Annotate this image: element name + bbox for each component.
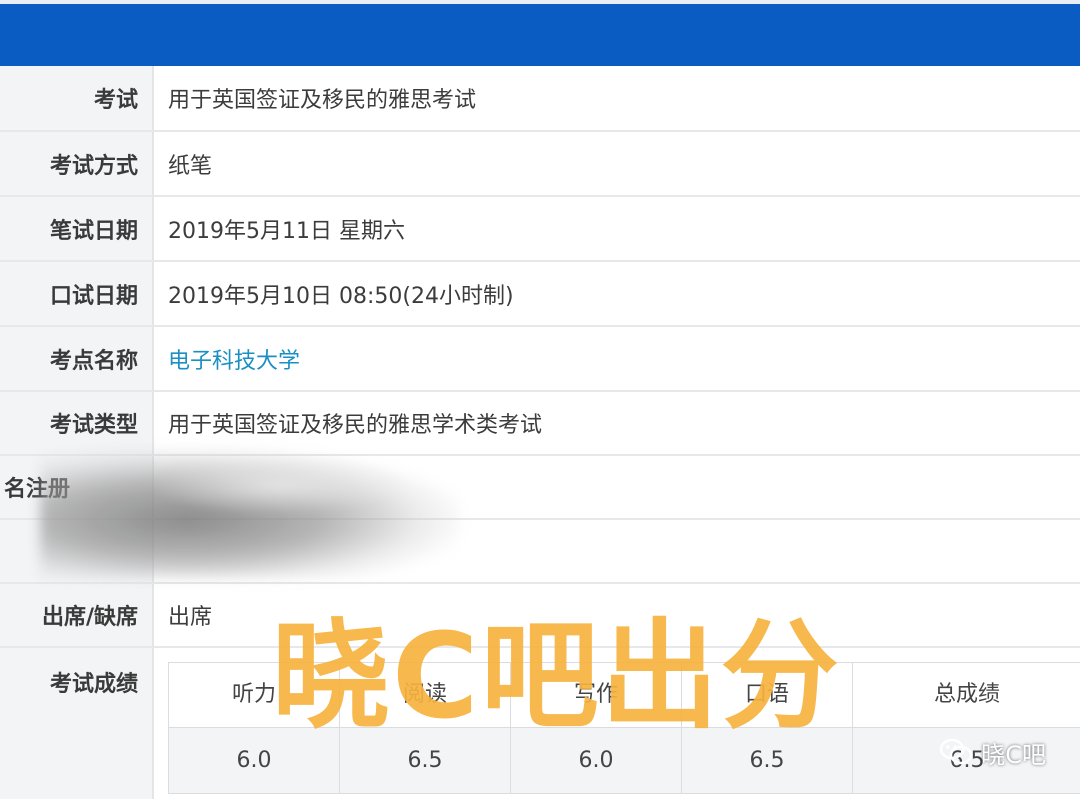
label-cell: 笔试日期 <box>0 197 154 260</box>
row-venue: 考点名称 电子科技大学 <box>0 327 1080 392</box>
label-cell: 考点名称 <box>0 327 154 390</box>
written-date-label: 笔试日期 <box>49 218 138 244</box>
exam-type-value: 用于英国签证及移民的雅思学术类考试 <box>168 413 543 438</box>
label-cell: 考试 <box>0 66 154 130</box>
row-written-date: 笔试日期 2019年5月11日 星期六 <box>0 197 1080 262</box>
wechat-icon <box>939 738 973 765</box>
row-speaking-date: 口试日期 2019年5月10日 08:50(24小时制) <box>0 262 1080 327</box>
exam-label: 考试 <box>93 88 138 113</box>
scores-label: 考试成绩 <box>49 672 138 697</box>
redaction-smudge <box>150 455 410 515</box>
row-exam-type: 考试类型 用于英国签证及移民的雅思学术类考试 <box>0 392 1080 456</box>
venue-label: 考点名称 <box>49 348 138 374</box>
speaking-date-value: 2019年5月10日 08:50(24小时制) <box>168 283 514 309</box>
header-bar <box>0 0 1080 66</box>
label-cell: 出席/缺席 <box>0 584 154 646</box>
wechat-tag-label: 晓C吧 <box>981 740 1046 769</box>
label-cell: 考试方式 <box>0 132 154 195</box>
row-exam-mode: 考试方式 纸笔 <box>0 132 1080 197</box>
exam-type-label: 考试类型 <box>49 413 138 438</box>
watermark-text: 晓C吧出分 <box>272 607 841 745</box>
score-header-overall: 总成绩 <box>853 663 1080 728</box>
exam-mode-label: 考试方式 <box>49 153 138 179</box>
label-cell: 考试成绩 <box>0 648 154 799</box>
exam-value: 用于英国签证及移民的雅思考试 <box>168 88 477 113</box>
speaking-date-label: 口试日期 <box>49 283 138 309</box>
label-cell: 考试类型 <box>0 392 154 454</box>
venue-link[interactable]: 电子科技大学 <box>168 343 300 375</box>
written-date-value: 2019年5月11日 星期六 <box>168 218 405 244</box>
wechat-tag: 晓C吧 <box>939 736 1046 769</box>
row-exam: 考试 用于英国签证及移民的雅思考试 <box>0 66 1080 132</box>
label-cell: 口试日期 <box>0 262 154 325</box>
header-edge <box>0 0 1080 4</box>
attendance-label: 出席/缺席 <box>41 605 138 630</box>
exam-mode-value: 纸笔 <box>168 153 213 179</box>
attendance-value: 出席 <box>168 605 213 630</box>
